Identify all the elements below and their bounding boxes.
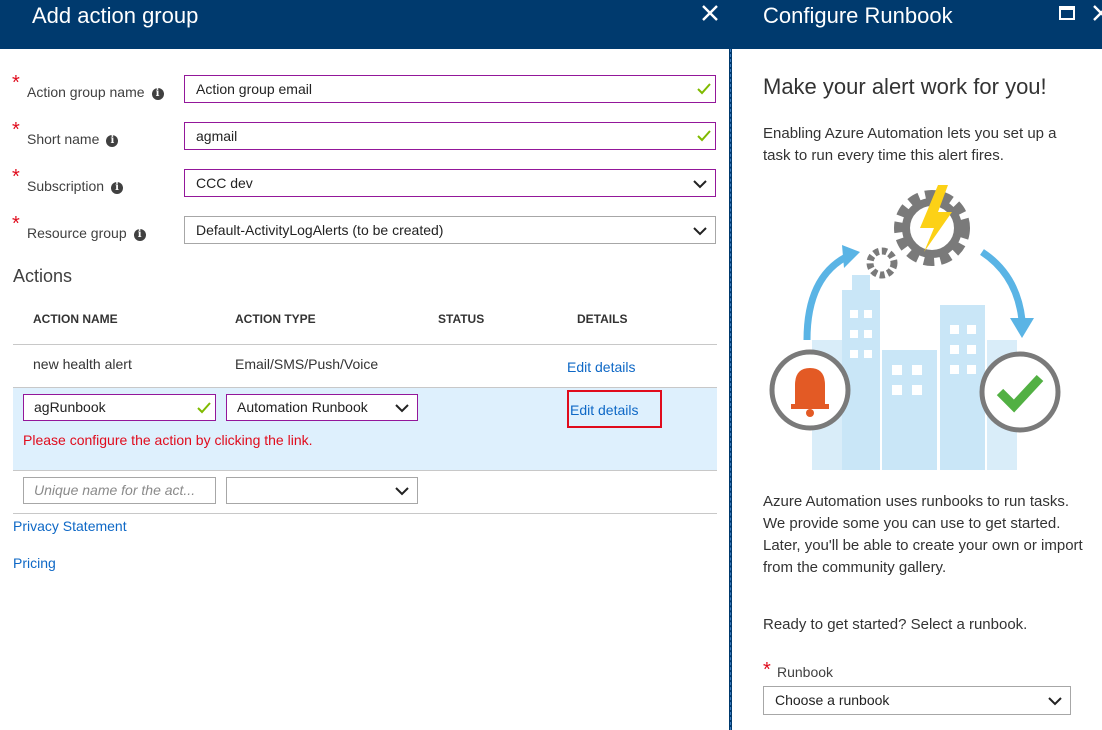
table-row: new health alert Email/SMS/Push/Voice Ed…: [13, 345, 717, 388]
short-name-row: * Short name i agmail: [12, 119, 718, 152]
required-mark: *: [12, 166, 20, 188]
subscription-select[interactable]: CCC dev: [184, 169, 716, 197]
info-icon[interactable]: i: [111, 182, 124, 194]
column-header-status: STATUS: [438, 312, 485, 326]
runbook-label: Runbook: [777, 664, 834, 680]
intro-text: Enabling Azure Automation lets you set u…: [763, 125, 1057, 164]
field-label: Subscription i: [27, 178, 124, 194]
ready-text: Ready to get started? Select a runbook.: [763, 616, 1028, 633]
action-group-name-row: * Action group name i Action group email: [12, 72, 718, 105]
new-action-type-select[interactable]: [226, 477, 418, 504]
field-label: Action group name i: [27, 84, 164, 100]
close-icon[interactable]: [699, 2, 721, 24]
check-icon: [697, 83, 711, 95]
required-mark: *: [12, 213, 20, 235]
automation-illustration: [769, 185, 1061, 470]
pricing-link[interactable]: Pricing: [13, 555, 56, 571]
privacy-statement-link[interactable]: Privacy Statement: [13, 518, 127, 534]
table-row-selected: agRunbook Automation Runbook Edit detail…: [13, 388, 717, 471]
required-mark: *: [12, 119, 20, 141]
error-message: Please configure the action by clicking …: [23, 432, 313, 448]
page-heading: Make your alert work for you!: [763, 74, 1047, 99]
chevron-down-icon: [693, 180, 707, 189]
field-label: Short name i: [27, 131, 119, 147]
runbook-select[interactable]: Choose a runbook: [763, 686, 1071, 715]
blade-header: Add action group: [0, 0, 729, 49]
add-action-group-blade: Add action group * Action group name i Ac…: [0, 0, 729, 730]
field-label: Resource group i: [27, 225, 146, 241]
column-header-action-type: ACTION TYPE: [235, 312, 316, 326]
edit-details-link[interactable]: Edit details: [570, 402, 638, 418]
action-type-select[interactable]: Automation Runbook: [226, 394, 418, 421]
action-type-cell: Email/SMS/Push/Voice: [235, 356, 379, 372]
check-icon: [697, 130, 711, 142]
subscription-row: * Subscription i CCC dev: [12, 166, 718, 199]
column-header-details: DETAILS: [577, 312, 628, 326]
required-mark: *: [763, 659, 771, 681]
blade-title: Add action group: [32, 3, 199, 28]
actions-section-title: Actions: [13, 266, 73, 286]
body-text: Azure Automation uses runbooks to run ta…: [763, 493, 1083, 576]
chevron-down-icon: [1048, 697, 1062, 706]
action-name-input[interactable]: agRunbook: [23, 394, 216, 421]
configure-runbook-blade: Configure Runbook Make your alert work f…: [732, 0, 1102, 730]
chevron-down-icon: [395, 404, 409, 413]
required-mark: *: [12, 72, 20, 94]
table-row-new: Unique name for the act...: [13, 471, 717, 514]
actions-table-header: ACTION NAME ACTION TYPE STATUS DETAILS: [13, 300, 717, 345]
blade-header: Configure Runbook: [732, 0, 1102, 49]
close-icon[interactable]: [1090, 2, 1102, 24]
info-icon[interactable]: i: [151, 88, 164, 100]
chevron-down-icon: [395, 487, 409, 496]
column-header-action-name: ACTION NAME: [33, 312, 118, 326]
resource-group-row: * Resource group i Default-ActivityLogAle…: [12, 213, 718, 246]
chevron-down-icon: [693, 227, 707, 236]
new-action-name-input[interactable]: Unique name for the act...: [23, 477, 216, 504]
action-name-cell: new health alert: [33, 356, 132, 372]
short-name-input[interactable]: agmail: [184, 122, 716, 150]
info-icon[interactable]: i: [133, 229, 146, 241]
check-icon: [197, 402, 211, 414]
resource-group-select[interactable]: Default-ActivityLogAlerts (to be created…: [184, 216, 716, 244]
blade-title: Configure Runbook: [763, 3, 953, 28]
info-icon[interactable]: i: [106, 135, 119, 147]
maximize-icon[interactable]: [1059, 6, 1075, 20]
edit-details-link[interactable]: Edit details: [567, 359, 635, 375]
action-group-name-input[interactable]: Action group email: [184, 75, 716, 103]
